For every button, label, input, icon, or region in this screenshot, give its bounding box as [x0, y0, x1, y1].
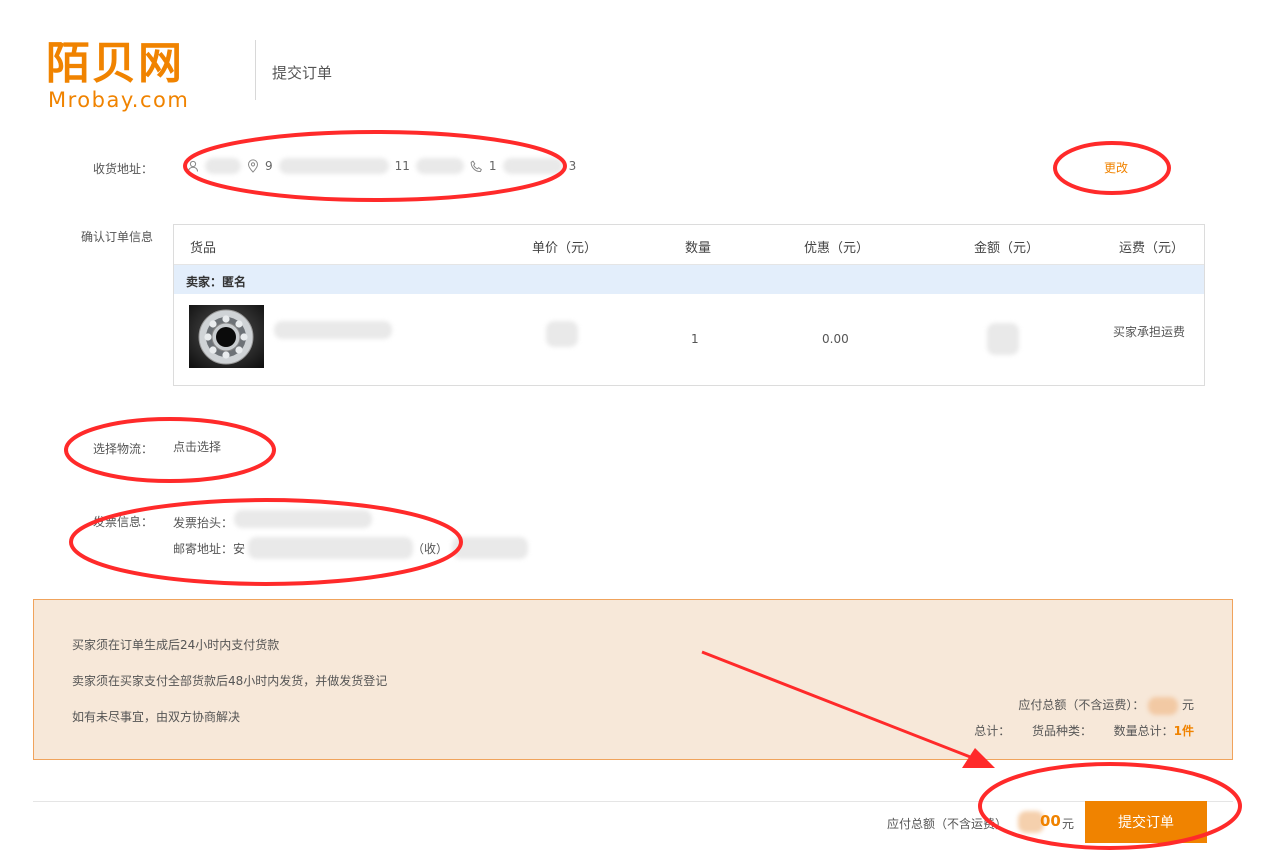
seller-name: 卖家：匿名 — [186, 275, 247, 289]
redacted-amount — [987, 323, 1019, 355]
header-divider — [255, 40, 256, 100]
redacted-product-name — [274, 321, 392, 339]
notice-count-label: 总计： — [974, 724, 1011, 738]
notice-count-row: 总计： 货品种类： 数量总计：1件 — [974, 722, 1194, 739]
address-partial-mid: 11 — [394, 159, 410, 173]
shipping-address: 9 11 1 3 — [187, 157, 576, 175]
invoice-mail-address-label: 邮寄地址：安 — [173, 542, 246, 556]
notice-line-negotiation: 如有未尽事宜，由双方协商解决 — [72, 710, 241, 724]
invoice-mail-suffix: （收） — [412, 542, 449, 556]
footer-total-label: 应付总额（不含运费） — [887, 817, 1008, 831]
page-title: 提交订单 — [272, 64, 333, 82]
column-header-goods: 货品 — [190, 241, 217, 256]
redacted-mail-address — [248, 537, 413, 559]
redacted-mail-recipient — [452, 537, 528, 559]
invoice-label: 发票信息： — [93, 515, 154, 529]
order-table: 货品 单价（元） 数量 优惠（元） 金额（元） 运费（元） 卖家：匿名 1 0.… — [173, 224, 1205, 386]
submit-order-button[interactable]: 提交订单 — [1085, 801, 1207, 843]
order-info-label: 确认订单信息 — [81, 230, 154, 244]
footer-amount: 00 — [1040, 812, 1061, 830]
column-header-quantity: 数量 — [685, 241, 712, 256]
site-logo[interactable]: 陌贝网 Mrobay.com — [46, 38, 221, 114]
column-header-amount: 金额（元） — [974, 241, 1040, 256]
invoice-title-label: 发票抬头： — [173, 516, 234, 530]
logo-chinese-text: 陌贝网 — [46, 38, 184, 89]
phone-partial-start: 1 — [488, 159, 497, 173]
select-logistics-link[interactable]: 点击选择 — [173, 438, 221, 455]
column-header-discount: 优惠（元） — [804, 241, 870, 256]
notice-total-unit: 元 — [1181, 698, 1194, 712]
location-icon — [247, 159, 259, 173]
redacted-phone — [502, 158, 563, 174]
phone-icon — [470, 160, 483, 173]
item-discount: 0.00 — [822, 332, 849, 346]
column-header-unit-price: 单价（元） — [532, 241, 598, 256]
redacted-total-amount — [1148, 696, 1179, 715]
redacted-address — [278, 158, 389, 174]
logo-english-text: Mrobay.com — [48, 88, 190, 112]
order-table-header: 货品 单价（元） 数量 优惠（元） 金额（元） 运费（元） — [174, 225, 1204, 265]
redacted-unit-price — [546, 321, 578, 347]
address-partial-text: 9 — [265, 159, 273, 173]
notice-line-delivery: 卖家须在买家支付全部货款后48小时内发货，并做发货登记 — [72, 674, 388, 688]
notice-kinds-label: 货品种类： — [1031, 724, 1092, 738]
change-address-link[interactable]: 更改 — [1104, 159, 1128, 176]
notice-total-row: 应付总额（不含运费）： 元 — [1018, 696, 1194, 715]
address-label: 收货地址： — [93, 162, 154, 176]
footer-unit: 元 — [1062, 817, 1075, 831]
redacted-name — [205, 158, 241, 174]
item-shipping: 买家承担运费 — [1113, 325, 1186, 339]
person-icon — [187, 160, 199, 172]
notice-line-payment: 买家须在订单生成后24小时内支付货款 — [72, 638, 280, 652]
logistics-label: 选择物流： — [93, 442, 154, 456]
notice-total-label: 应付总额（不含运费）： — [1018, 698, 1145, 712]
footer-divider — [33, 801, 1233, 802]
product-image[interactable] — [189, 305, 264, 368]
notice-qty-value: 1件 — [1173, 724, 1194, 738]
redacted-address-end — [415, 158, 464, 174]
phone-partial-end: 3 — [568, 159, 577, 173]
redacted-invoice-title — [234, 510, 372, 528]
seller-bar: 卖家：匿名 — [174, 265, 1204, 294]
item-quantity: 1 — [691, 332, 699, 346]
notice-qty-label: 数量总计： — [1113, 724, 1174, 738]
payment-notice-box: 买家须在订单生成后24小时内支付货款 卖家须在买家支付全部货款后48小时内发货，… — [33, 599, 1233, 760]
column-header-shipping: 运费（元） — [1119, 241, 1185, 256]
